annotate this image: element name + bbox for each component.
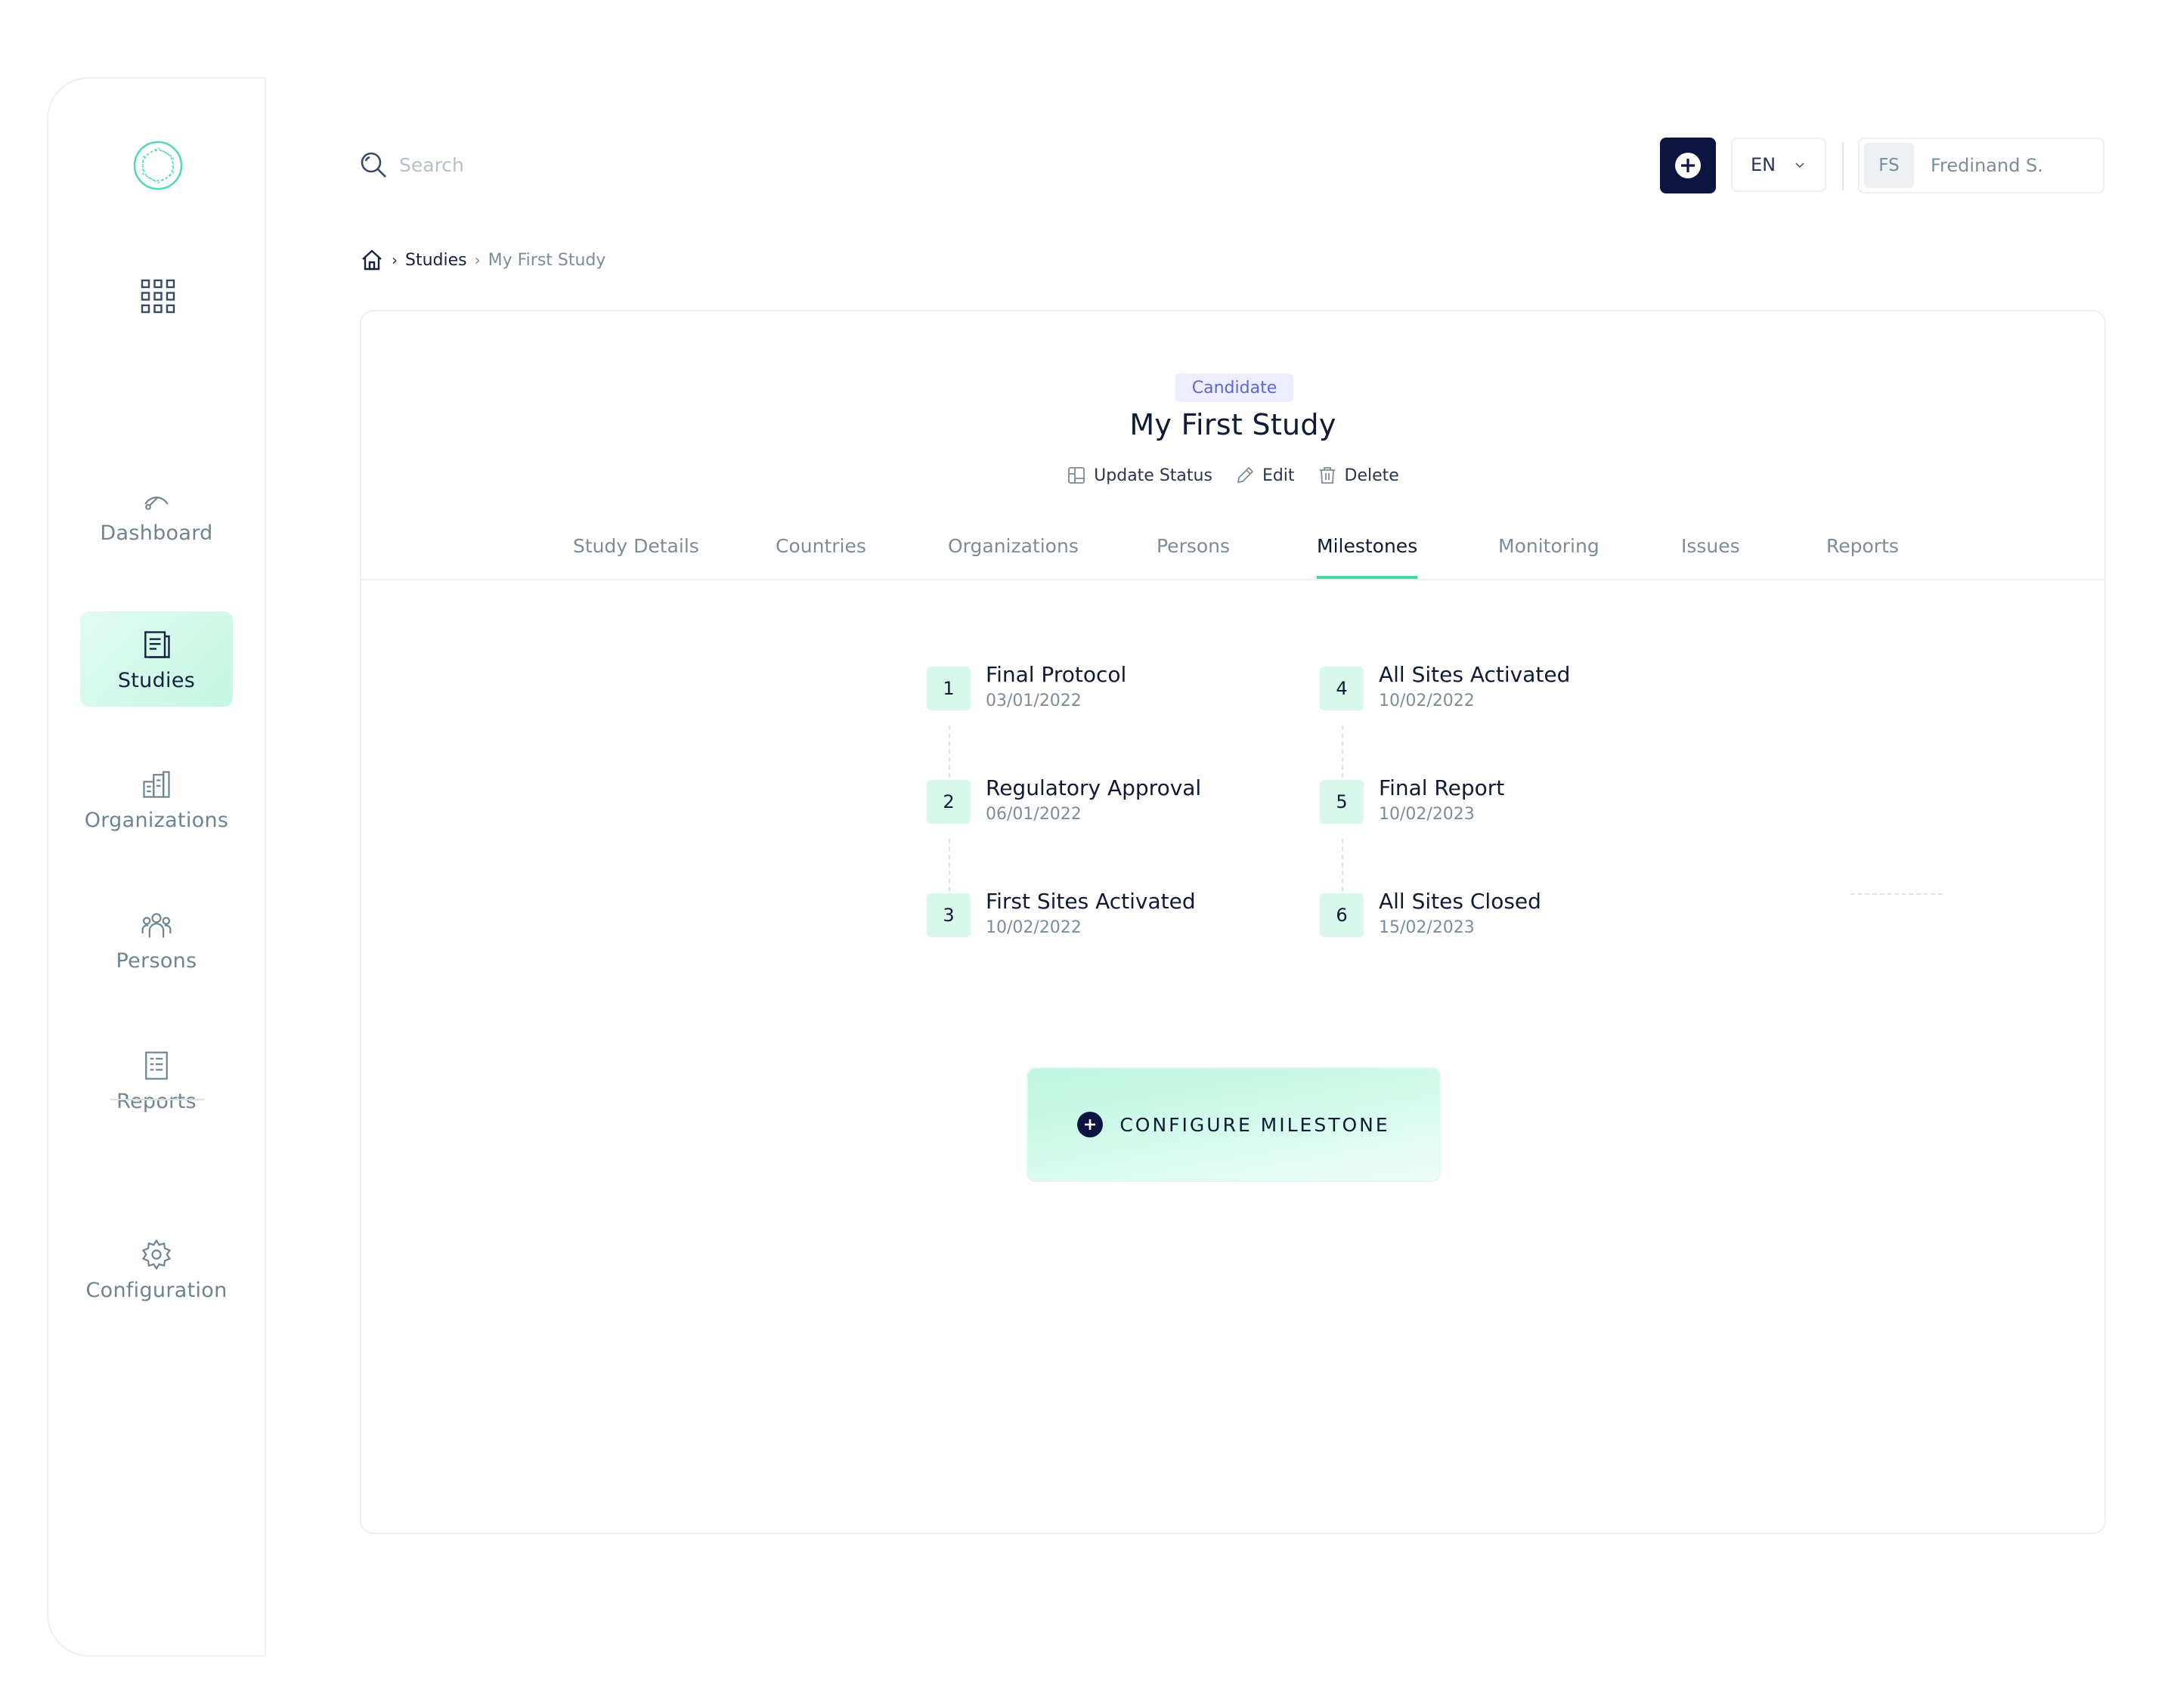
milestone-number: 6 (1320, 893, 1364, 937)
language-value: EN (1751, 154, 1776, 175)
milestone-number: 3 (927, 893, 971, 937)
delete-label: Delete (1344, 466, 1399, 485)
status-icon (1068, 467, 1085, 484)
sidebar-item-label: Reports (116, 1089, 197, 1113)
milestone-date: 10/02/2022 (1379, 692, 1475, 710)
timeline-connector (1850, 893, 1943, 895)
sidebar-item-label: Persons (116, 948, 197, 973)
sidebar-item-configuration[interactable]: Configuration (80, 1221, 233, 1317)
tab-label: Countries (776, 535, 866, 557)
tab-study-details[interactable]: Study Details (573, 531, 699, 579)
update-status-button[interactable]: Update Status (1067, 466, 1212, 485)
grid-icon[interactable] (140, 278, 176, 314)
plus-circle-icon (1675, 153, 1701, 178)
milestone-name: Final Protocol (986, 662, 1127, 687)
configure-milestone-button[interactable]: CONFIGURE MILESTONE (1027, 1067, 1441, 1182)
edit-label: Edit (1262, 466, 1295, 485)
people-icon (138, 907, 175, 943)
trash-icon (1319, 467, 1335, 484)
study-actions: Update Status Edit Delete (361, 466, 2104, 485)
milestone-number: 4 (1320, 667, 1364, 710)
tab-monitoring[interactable]: Monitoring (1498, 531, 1599, 579)
milestone-item[interactable]: 1 Final Protocol 03/01/2022 (927, 662, 1126, 710)
study-card: Candidate My First Study Update Status E… (360, 310, 2106, 1534)
delete-button[interactable]: Delete (1318, 466, 1399, 485)
milestone-number: 5 (1320, 780, 1364, 824)
tab-persons[interactable]: Persons (1157, 531, 1230, 579)
tab-label: Persons (1157, 535, 1231, 557)
milestone-number: 2 (927, 780, 971, 824)
milestone-item[interactable]: 5 Final Report 10/02/2023 (1320, 775, 1504, 824)
sidebar-item-dashboard[interactable]: Dashboard (80, 464, 233, 559)
gauge-icon (138, 479, 175, 515)
sidebar-divider (110, 1099, 204, 1100)
breadcrumb: › Studies › My First Study (360, 248, 605, 272)
tab-reports[interactable]: Reports (1826, 531, 1899, 579)
milestone-date: 06/01/2022 (986, 805, 1082, 824)
milestone-item[interactable]: 6 All Sites Closed 15/02/2023 (1320, 889, 1541, 937)
add-button[interactable] (1660, 138, 1716, 193)
study-tabs: Study Details Countries Organizations Pe… (361, 531, 2104, 580)
tab-label: Monitoring (1498, 535, 1599, 557)
chevron-right-icon: › (474, 251, 481, 269)
chevron-down-icon (1795, 162, 1804, 169)
user-menu[interactable]: FS Fredinand S. (1858, 138, 2104, 193)
milestone-number: 1 (927, 667, 971, 710)
tab-label: Study Details (573, 535, 699, 557)
header-divider (1842, 142, 1844, 190)
tab-label: Organizations (948, 535, 1079, 557)
tab-issues[interactable]: Issues (1681, 531, 1740, 579)
sidebar-item-label: Configuration (85, 1278, 228, 1302)
milestone-name: All Sites Closed (1379, 889, 1541, 914)
tab-label: Issues (1681, 535, 1740, 557)
sidebar-item-organizations[interactable]: Organizations (80, 751, 233, 846)
avatar: FS (1864, 143, 1914, 188)
sidebar-item-reports[interactable]: Reports (80, 1032, 233, 1128)
update-status-label: Update Status (1094, 466, 1212, 485)
milestone-item[interactable]: 2 Regulatory Approval 06/01/2022 (927, 775, 1201, 824)
sidebar-item-persons[interactable]: Persons (80, 892, 233, 987)
search-input[interactable] (398, 153, 779, 177)
language-select[interactable]: EN (1731, 138, 1826, 192)
sidebar: Dashboard Studies Organizations Persons (47, 77, 266, 1657)
tab-milestones[interactable]: Milestones (1317, 531, 1418, 579)
milestone-date: 15/02/2023 (1379, 918, 1475, 937)
milestone-name: All Sites Activated (1379, 662, 1571, 687)
buildings-icon (138, 766, 175, 803)
milestone-date: 03/01/2022 (986, 692, 1082, 710)
edit-button[interactable]: Edit (1235, 466, 1295, 485)
search-icon (358, 150, 389, 180)
milestone-date: 10/02/2022 (986, 918, 1082, 937)
breadcrumb-studies[interactable]: Studies (405, 251, 467, 270)
breadcrumb-current: My First Study (488, 250, 606, 270)
sidebar-item-label: Studies (117, 668, 196, 692)
milestone-date: 10/02/2023 (1379, 805, 1475, 824)
sidebar-item-studies[interactable]: Studies (80, 611, 233, 707)
user-name: Fredinand S. (1931, 155, 2043, 176)
page-title: My First Study (1129, 408, 1336, 441)
gear-icon (138, 1236, 175, 1273)
atom-logo-icon[interactable] (132, 139, 184, 192)
tab-label: Reports (1826, 535, 1899, 557)
search-bar[interactable] (358, 150, 779, 180)
document-icon (138, 627, 175, 663)
plus-circle-icon (1077, 1112, 1104, 1137)
tab-organizations[interactable]: Organizations (948, 531, 1079, 579)
milestone-name: Regulatory Approval (986, 775, 1202, 800)
pencil-icon (1237, 466, 1254, 484)
milestone-name: Final Report (1379, 775, 1505, 800)
sidebar-item-label: Organizations (84, 808, 229, 832)
tab-label: Milestones (1317, 535, 1418, 557)
milestone-name: First Sites Activated (986, 889, 1196, 914)
tab-countries[interactable]: Countries (776, 531, 866, 579)
status-badge: Candidate (1175, 373, 1294, 402)
report-icon (138, 1047, 175, 1084)
home-icon[interactable] (360, 248, 384, 272)
chevron-right-icon: › (392, 251, 398, 269)
milestone-item[interactable]: 3 First Sites Activated 10/02/2022 (927, 889, 1196, 937)
sidebar-item-label: Dashboard (100, 521, 213, 545)
configure-milestone-label: CONFIGURE MILESTONE (1119, 1113, 1390, 1136)
milestone-item[interactable]: 4 All Sites Activated 10/02/2022 (1320, 662, 1570, 710)
